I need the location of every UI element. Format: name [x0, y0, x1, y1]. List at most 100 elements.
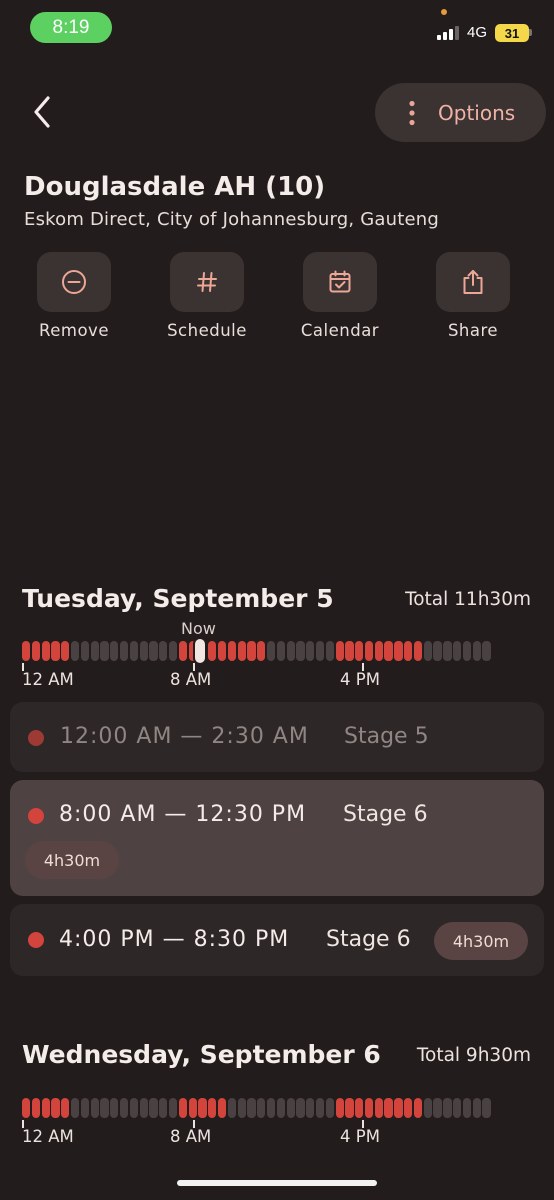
timeline-segment-outage: [41, 1098, 50, 1118]
slot-time-range: 12:00 AM — 2:30 AM: [60, 724, 309, 749]
timeline-segment-power: [286, 1098, 295, 1118]
timeline-segment-power: [149, 641, 158, 661]
timeline-segment-power: [119, 1098, 129, 1118]
outage-slot-card[interactable]: 12:00 AM — 2:30 AM Stage 5: [10, 702, 544, 772]
tick-label-4pm: 4 PM: [340, 1127, 380, 1146]
timeline-segment-outage: [61, 641, 70, 661]
status-dot: [28, 730, 44, 746]
timeline-segment-outage: [208, 1098, 217, 1118]
timeline-segment-outage: [31, 1098, 41, 1118]
outage-timeline-tuesday: [22, 641, 491, 661]
timeline-segment-power: [482, 641, 491, 661]
timeline-segment-outage: [61, 1098, 70, 1118]
outage-timeline-wednesday: [22, 1098, 491, 1118]
timeline-segment-outage: [413, 1098, 423, 1118]
timeline-segment-power: [110, 1098, 119, 1118]
timeline-segment-power: [296, 641, 305, 661]
timeline-segment-power: [482, 1098, 491, 1118]
timeline-segment-power: [129, 1098, 139, 1118]
timeline-segment-outage: [413, 641, 423, 661]
outage-slot-card[interactable]: 4:00 PM — 8:30 PM Stage 6 4h30m: [10, 904, 544, 976]
timeline-segment-power: [168, 641, 178, 661]
timeline-segment-outage: [257, 641, 266, 661]
timeline-segment-power: [90, 641, 99, 661]
share-icon: [463, 270, 483, 294]
timeline-segment-power: [315, 1098, 325, 1118]
timeline-segment-power: [472, 1098, 481, 1118]
timeline-segment-outage: [31, 641, 41, 661]
timeline-segment-outage: [41, 641, 50, 661]
timeline-segment-outage: [247, 641, 256, 661]
timeline-segment-power: [433, 641, 442, 661]
timeline-segment-outage: [374, 641, 383, 661]
timeline-segment-outage: [335, 1098, 344, 1118]
timeline-segment-power: [119, 641, 129, 661]
timeline-segment-power: [453, 1098, 462, 1118]
timeline-segment-power: [325, 641, 334, 661]
back-button[interactable]: [26, 92, 62, 132]
timeline-segment-outage: [374, 1098, 383, 1118]
slot-stage: Stage 6: [326, 927, 411, 952]
timeline-segment-power: [433, 1098, 442, 1118]
slot-stage: Stage 5: [344, 724, 429, 749]
timeline-segment-outage: [345, 1098, 354, 1118]
outage-slot-card-current[interactable]: 8:00 AM — 12:30 PM Stage 6 4h30m: [10, 780, 544, 896]
home-indicator: [177, 1180, 377, 1186]
timeline-segment-outage: [178, 1098, 188, 1118]
signal-strength-icon: [437, 26, 463, 40]
timeline-segment-power: [315, 641, 325, 661]
timeline-segment-outage: [404, 1098, 413, 1118]
privacy-indicator-dot: [441, 9, 447, 15]
timeline-segment-outage: [345, 641, 354, 661]
timeline-segment-power: [129, 641, 139, 661]
timeline-segment-power: [247, 1098, 256, 1118]
timeline-segment-power: [325, 1098, 334, 1118]
timeline-segment-outage: [188, 1098, 197, 1118]
day-title-wednesday: Wednesday, September 6: [22, 1040, 381, 1069]
tick-label-8am: 8 AM: [170, 1127, 212, 1146]
timeline-segment-power: [159, 1098, 168, 1118]
day-total-wednesday: Total 9h30m: [416, 1045, 531, 1066]
calendar-button[interactable]: [303, 252, 377, 312]
status-time: 8:19: [30, 12, 112, 43]
timeline-segment-outage: [22, 1098, 31, 1118]
timeline-segment-power: [266, 641, 276, 661]
timeline-segment-power: [276, 641, 286, 661]
timeline-segment-power: [443, 641, 452, 661]
options-label: Options: [438, 100, 516, 125]
remove-button[interactable]: [37, 252, 111, 312]
tick-label-12am: 12 AM: [22, 670, 74, 689]
timeline-segment-power: [100, 641, 109, 661]
timeline-segment-power: [423, 1098, 432, 1118]
timeline-segment-power: [80, 641, 90, 661]
timeline-segment-outage: [364, 1098, 374, 1118]
location-subtitle: Eskom Direct, City of Johannesburg, Gaut…: [24, 209, 439, 230]
share-button[interactable]: [436, 252, 510, 312]
minus-circle-icon: [62, 270, 86, 294]
timeline-segment-power: [70, 1098, 80, 1118]
hash-icon: [197, 272, 217, 292]
battery-icon: [529, 29, 532, 36]
timeline-segment-power: [149, 1098, 158, 1118]
timeline-segment-outage: [51, 1098, 60, 1118]
status-dot: [28, 932, 44, 948]
timeline-segment-power: [462, 641, 472, 661]
options-button[interactable]: Options: [375, 83, 546, 142]
status-dot: [28, 808, 44, 824]
timeline-segment-power: [472, 641, 481, 661]
timeline-segment-power: [257, 1098, 266, 1118]
timeline-segment-outage: [217, 641, 227, 661]
day-title-tuesday: Tuesday, September 5: [22, 584, 334, 613]
timeline-segment-outage: [335, 641, 344, 661]
slot-time-range: 4:00 PM — 8:30 PM: [59, 927, 290, 952]
schedule-button[interactable]: [170, 252, 244, 312]
timeline-segment-outage: [178, 641, 188, 661]
timeline-segment-outage: [198, 1098, 207, 1118]
calendar-check-icon: [329, 270, 351, 293]
timeline-segment-outage: [51, 641, 60, 661]
calendar-label: Calendar: [300, 321, 380, 340]
tick-label-8am: 8 AM: [170, 670, 212, 689]
timeline-segment-outage: [394, 1098, 403, 1118]
timeline-segment-outage: [22, 641, 31, 661]
duration-badge: 4h30m: [25, 841, 119, 879]
